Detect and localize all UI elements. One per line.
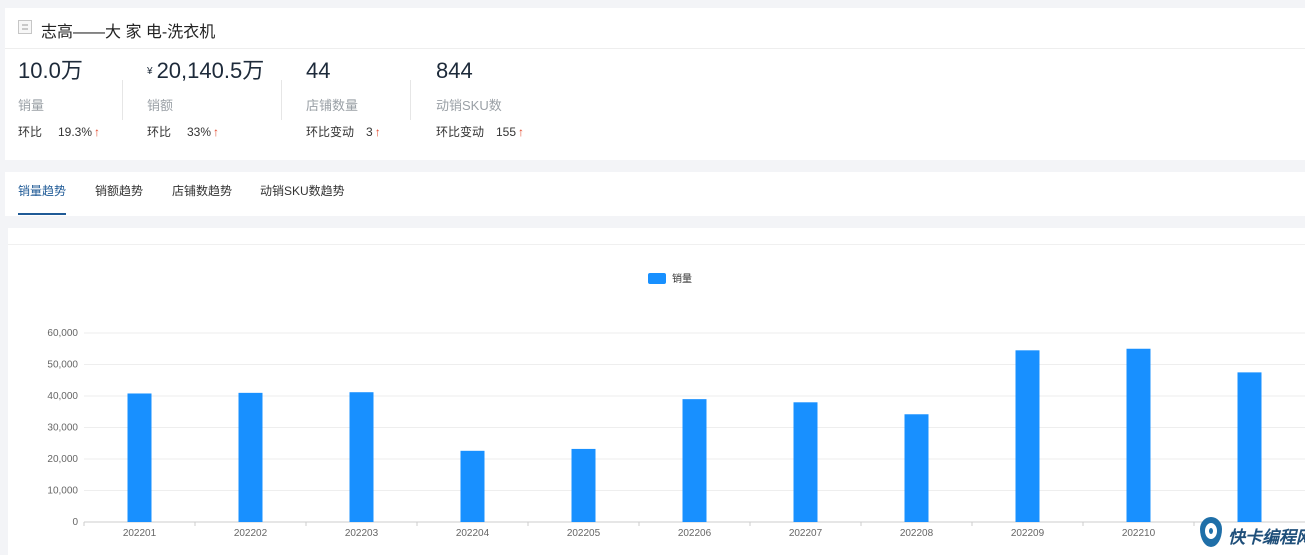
x-tick-label: 202207 (789, 528, 823, 539)
watermark: 快卡编程网 (1198, 515, 1305, 555)
tab-bar: 销量趋势 销额趋势 店铺数趋势 动销SKU数趋势 (5, 172, 1305, 216)
bar (682, 399, 707, 522)
bar (904, 414, 929, 522)
metric-value: 44 (306, 58, 331, 83)
metric-active-sku: 844 动销SKU数 环比变动 155 ↑ (436, 58, 524, 140)
tab-store-count-trend[interactable]: 店铺数趋势 (172, 182, 232, 206)
y-tick-label: 40,000 (47, 391, 78, 402)
x-tick-label: 202209 (1011, 528, 1045, 539)
watermark-logo-icon (1200, 517, 1222, 547)
metric-label: 销量 (18, 98, 45, 113)
metric-label: 店铺数量 (306, 98, 359, 113)
metric-sales-volume: 10.0万 销量 环比 19.3% ↑ (18, 58, 100, 140)
x-tick-label: 202206 (678, 528, 712, 539)
metric-sales-amount: ¥20,140.5万 销额 环比 33% ↑ (147, 58, 264, 140)
bar (238, 392, 263, 522)
bar (460, 450, 485, 522)
up-arrow-icon: ↑ (518, 125, 525, 139)
category-icon (18, 20, 32, 34)
metric-label: 销额 (147, 98, 174, 113)
metric-change: 环比 33% ↑ (147, 125, 220, 139)
bar (349, 392, 374, 522)
metric-store-count: 44 店铺数量 环比变动 3 ↑ (306, 58, 381, 140)
page-title: 志高——大 家 电-洗衣机 (41, 24, 216, 41)
y-tick-label: 30,000 (47, 423, 78, 434)
up-arrow-icon: ↑ (213, 125, 220, 139)
summary-card: 志高——大 家 电-洗衣机 10.0万 销量 环比 19.3% ↑ ¥20,140.… (5, 8, 1305, 160)
metric-value: 844 (436, 58, 473, 83)
header: 志高——大 家 电-洗衣机 (5, 8, 1305, 49)
metric-change: 环比 19.3% ↑ (18, 125, 101, 139)
x-tick-label: 202205 (567, 528, 601, 539)
y-tick-label: 0 (72, 517, 78, 528)
bar-chart: 0 10,000 20,000 30,000 40,000 50,000 60,000 202… (47, 272, 1305, 539)
y-tick-label: 20,000 (47, 454, 78, 465)
x-tick-label: 202203 (345, 528, 379, 539)
divider (281, 80, 282, 120)
bar (1126, 348, 1151, 522)
x-tick-label: 202202 (234, 528, 268, 539)
y-tick-label: 60,000 (47, 328, 78, 339)
up-arrow-icon: ↑ (94, 125, 101, 139)
x-tick-label: 202208 (900, 528, 934, 539)
bar (127, 393, 152, 522)
bar (571, 448, 596, 522)
tab-sales-volume-trend[interactable]: 销量趋势 (18, 182, 67, 215)
y-tick-label: 10,000 (47, 486, 78, 497)
metric-change: 环比变动 155 ↑ (436, 125, 525, 139)
metric-value: ¥20,140.5万 (147, 58, 265, 83)
legend-label: 销量 (672, 272, 692, 285)
y-tick-label: 50,000 (47, 360, 78, 371)
bar (1237, 372, 1262, 522)
divider (122, 80, 123, 120)
currency-symbol: ¥ (147, 66, 153, 78)
x-tick-label: 202201 (123, 528, 157, 539)
chart-card: 0 10,000 20,000 30,000 40,000 50,000 60,000 202… (8, 228, 1305, 555)
bar (793, 402, 818, 522)
tab-sales-amount-trend[interactable]: 销额趋势 (95, 182, 143, 206)
watermark-text: 快卡编程网 (1228, 528, 1305, 548)
divider (410, 80, 411, 120)
up-arrow-icon: ↑ (374, 125, 381, 139)
tab-active-sku-trend[interactable]: 动销SKU数趋势 (260, 182, 345, 206)
metric-value: 10.0万 (18, 58, 83, 83)
x-tick-label: 202204 (456, 528, 490, 539)
metric-change: 环比变动 3 ↑ (306, 125, 381, 139)
legend-swatch (648, 273, 666, 284)
bar (1015, 350, 1040, 522)
metric-label: 动销SKU数 (436, 98, 502, 113)
x-tick-label: 202210 (1122, 528, 1156, 539)
